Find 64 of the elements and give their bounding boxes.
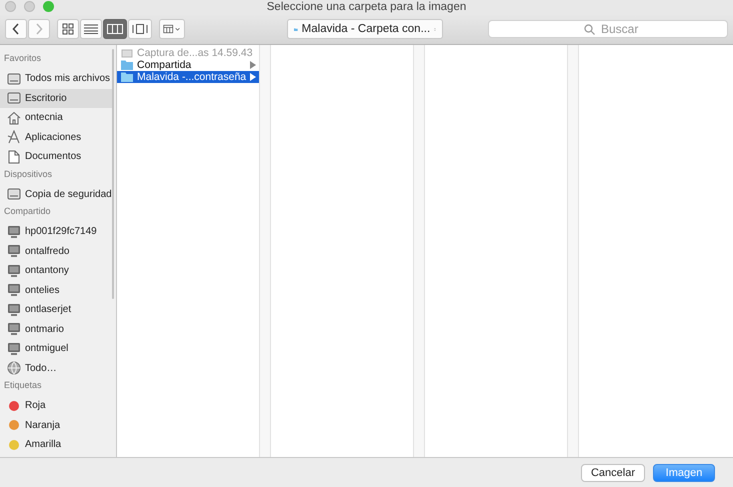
cancel-button[interactable]: Cancelar [580,464,645,482]
sidebar-item[interactable]: ontmiguel [0,339,112,358]
sidebar-item[interactable]: ontmario [0,320,112,339]
section-heading: Favoritos [3,52,42,65]
sidebar-item[interactable]: Aplicaciones [0,128,112,147]
monitor-icon [7,342,21,356]
view-button[interactable] [80,19,102,39]
section-heading: Etiquetas [3,379,43,392]
sidebar-item[interactable]: ontelies [0,280,112,300]
drive-icon [7,72,21,86]
view-button[interactable] [128,19,152,39]
chevron-left-icon [12,23,20,35]
grid-icon [62,23,74,35]
cover-flow-icon [132,24,148,34]
scrollbar[interactable] [112,49,114,299]
globe-icon [7,361,21,376]
monitor-icon [7,302,21,317]
list-icon [84,24,98,34]
house-icon [7,110,21,125]
sidebar-item[interactable]: Escritorio [0,88,112,108]
sidebar-item[interactable]: Todo… [0,358,112,378]
image-file-icon [121,48,133,58]
sidebar-item[interactable]: Todos mis archivos [0,69,112,88]
sidebar-item[interactable]: Documentos [0,147,112,166]
monitor-icon [7,322,21,336]
sidebar-item[interactable]: Naranja [0,416,112,435]
monitor-icon [7,244,21,258]
monitor-icon [7,224,21,239]
column-resizer[interactable] [413,45,425,457]
close-button[interactable] [5,1,16,12]
drive-icon [7,91,21,106]
compass-letter-icon [7,130,21,144]
chevron-right-icon [35,23,43,35]
section-heading: Dispositivos [3,168,54,181]
view-button[interactable] [57,19,79,39]
arrange-button[interactable] [159,19,185,39]
column-resizer[interactable] [259,45,271,457]
document-icon [7,150,21,164]
sidebar-item[interactable]: ontantony [0,261,112,280]
back-button[interactable] [5,19,27,39]
search-icon [584,24,595,35]
sidebar-item[interactable]: Amarilla [0,435,112,454]
file-row[interactable]: Malavida -...contraseña [117,71,260,83]
sidebar-item[interactable]: Copia de seguridad [0,184,112,204]
location-popup[interactable]: Malavida - Carpeta con... [287,19,443,39]
sidebar-item[interactable]: ontecnia [0,108,112,128]
monitor-icon [7,264,21,278]
sidebar-item[interactable]: ontalfredo [0,242,112,261]
window-title: Seleccione una carpeta para la imagen [266,1,466,13]
search-field[interactable]: Buscar [488,20,728,38]
sidebar-item[interactable]: Roja [0,396,112,416]
monitor-icon [7,283,21,298]
file-row[interactable]: Compartida [117,59,260,71]
column-resizer[interactable] [567,45,579,457]
folder-icon [121,72,133,82]
view-button[interactable] [103,19,127,39]
drive-icon [7,187,21,202]
section-heading: Compartido [3,205,52,218]
minimize-button[interactable] [24,1,35,12]
sidebar-item[interactable]: hp001f29fc7149 [0,222,112,242]
columns-icon [107,24,123,34]
sidebar-item[interactable]: ontlaserjet [0,300,112,320]
zoom-button[interactable] [43,1,54,12]
arrange-icon [163,23,181,35]
